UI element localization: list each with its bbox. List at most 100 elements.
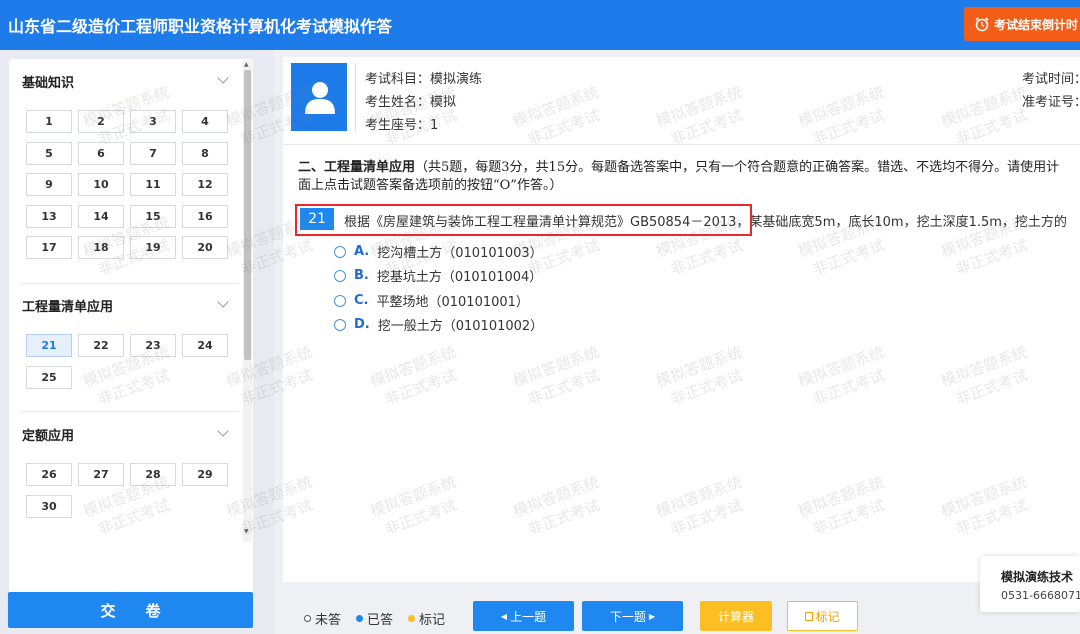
candidate-name: 考生姓名：模拟 [365, 95, 457, 110]
next-question-button[interactable]: 下一题 ▶ [582, 601, 683, 631]
countdown-label: 考试结束倒计时 [994, 17, 1079, 32]
caret-right-icon: ▶ [648, 611, 656, 621]
option-d[interactable]: D. 挖一般土方（010101002） [334, 315, 543, 334]
question-nav-button[interactable]: 21 [26, 334, 72, 357]
option-letter: B. [354, 268, 369, 283]
prev-question-button[interactable]: ◀ 上一题 [473, 601, 574, 631]
app-title: 山东省二级造价工程师职业资格计算机化考试模拟作答 [8, 17, 393, 36]
blue-dot-icon [356, 615, 363, 622]
radio-icon[interactable] [334, 294, 346, 307]
question-nav-button[interactable]: 11 [130, 173, 176, 197]
option-c[interactable]: C. 平整场地（010101001） [334, 291, 529, 310]
left-panel: 基础知识 1 2 3 4 5 6 7 8 9 10 11 12 13 14 15 16 17 18 19 20 工程量… [0, 50, 274, 634]
tech-support-widget[interactable]: 模拟演练技术 0531-6668071 [980, 556, 1080, 612]
scroll-up-icon[interactable]: ▲ [244, 61, 249, 68]
chevron-down-icon[interactable] [217, 296, 229, 308]
exam-time: 考试时间： [1022, 72, 1080, 87]
question-nav-button[interactable]: 16 [182, 204, 228, 228]
option-a[interactable]: A. 挖沟槽土方（010101003） [334, 242, 543, 261]
question-nav-button[interactable]: 20 [182, 236, 228, 260]
question-nav-button[interactable]: 15 [130, 204, 176, 228]
scroll-down-icon[interactable]: ▼ [244, 528, 249, 535]
option-text: 挖沟槽土方（010101003） [377, 246, 543, 261]
divider [355, 63, 356, 131]
question-nav-button[interactable]: 19 [130, 236, 176, 260]
option-text: 平整场地（010101001） [376, 295, 529, 310]
support-title: 模拟演练技术 [1001, 570, 1074, 584]
exam-subject: 考试科目：模拟演练 [365, 72, 483, 87]
avatar [291, 63, 347, 131]
countdown-button[interactable]: 考试结束倒计时 [964, 7, 1080, 41]
legend-marked: 标记 [408, 609, 445, 628]
top-bar: 山东省二级造价工程师职业资格计算机化考试模拟作答 [0, 0, 1080, 50]
question-nav-button[interactable]: 17 [26, 236, 72, 260]
radio-icon[interactable] [334, 269, 346, 282]
calculator-button[interactable]: 计算器 [700, 601, 772, 631]
divider [21, 283, 239, 284]
question-nav-button[interactable]: 13 [26, 204, 72, 228]
legend-unanswered: 未答 [304, 609, 341, 628]
question-nav-button[interactable]: 4 [182, 110, 228, 133]
question-nav-button[interactable]: 18 [78, 236, 124, 260]
mark-label: 标记 [815, 609, 840, 624]
question-nav-button[interactable]: 8 [182, 141, 228, 165]
radio-icon[interactable] [334, 318, 346, 331]
question-highlight-box [295, 204, 752, 236]
option-text: 挖基坑土方（010101004） [376, 270, 543, 285]
mark-button[interactable]: 标记 [787, 601, 858, 631]
flag-icon [805, 611, 814, 621]
question-nav-button[interactable]: 3 [130, 110, 176, 133]
prev-label: 上一题 [510, 609, 547, 624]
candidate-seat: 考生座号：1 [365, 118, 439, 133]
question-nav-button[interactable]: 26 [26, 463, 72, 486]
question-nav-button[interactable]: 2 [78, 110, 124, 133]
question-nav-button[interactable]: 27 [78, 463, 124, 486]
ticket-number: 准考证号： [1022, 95, 1080, 110]
support-phone: 0531-6668071 [1001, 589, 1080, 602]
chevron-down-icon[interactable] [217, 72, 229, 84]
section-title-quota: 定额应用 [22, 429, 75, 444]
question-nav-button[interactable]: 22 [78, 334, 124, 357]
legend-label: 未答 [315, 613, 342, 628]
question-nav-button[interactable]: 25 [26, 366, 72, 389]
question-nav-button[interactable]: 24 [182, 334, 228, 357]
section-instructions: 二、工程量清单应用（共5题，每题3分，共15分。每题备选答案中，只有一个符合题意… [298, 159, 1080, 195]
question-nav-button[interactable]: 1 [26, 110, 72, 133]
option-letter: C. [354, 293, 369, 308]
legend-label: 已答 [367, 613, 394, 628]
question-nav-button[interactable]: 7 [130, 141, 176, 165]
section-title-bill: 工程量清单应用 [22, 300, 114, 315]
submit-button[interactable]: 交卷 [8, 592, 253, 628]
section-heading-rest: （共5题，每题3分，共15分。每题备选答案中，只有一个符合题意的正确答案。错选、… [415, 160, 1060, 175]
radio-icon[interactable] [334, 245, 346, 258]
question-navigator: 基础知识 1 2 3 4 5 6 7 8 9 10 11 12 13 14 15 16 17 18 19 20 工程量… [9, 59, 253, 605]
section-heading: 二、工程量清单应用 [298, 160, 416, 175]
caret-left-icon: ◀ [500, 611, 508, 621]
question-nav-button[interactable]: 9 [26, 173, 72, 197]
user-icon [305, 82, 335, 114]
question-nav-button[interactable]: 29 [182, 463, 228, 486]
question-nav-button[interactable]: 28 [130, 463, 176, 486]
sidebar-scrollbar-thumb[interactable] [244, 70, 251, 360]
alarm-clock-icon [975, 17, 989, 32]
yellow-dot-icon [408, 615, 415, 622]
section-heading-line2: 面上点击试题答案备选项前的按钮“O”作答。） [298, 178, 563, 193]
section-title-basic: 基础知识 [22, 76, 75, 91]
option-text: 挖一般土方（010101002） [377, 319, 544, 334]
question-nav-button[interactable]: 12 [182, 173, 228, 197]
hollow-dot-icon [304, 615, 311, 622]
question-nav-button[interactable]: 14 [78, 204, 124, 228]
chevron-down-icon[interactable] [217, 425, 229, 437]
legend-answered: 已答 [356, 609, 393, 628]
option-letter: D. [354, 317, 370, 332]
divider [21, 411, 239, 412]
question-nav-button[interactable]: 6 [78, 141, 124, 165]
legend-label: 标记 [419, 613, 446, 628]
next-label: 下一题 [609, 609, 646, 624]
question-nav-button[interactable]: 30 [26, 495, 72, 518]
question-nav-button[interactable]: 10 [78, 173, 124, 197]
option-b[interactable]: B. 挖基坑土方（010101004） [334, 266, 542, 285]
question-nav-button[interactable]: 5 [26, 141, 72, 165]
option-letter: A. [354, 244, 370, 259]
question-nav-button[interactable]: 23 [130, 334, 176, 357]
